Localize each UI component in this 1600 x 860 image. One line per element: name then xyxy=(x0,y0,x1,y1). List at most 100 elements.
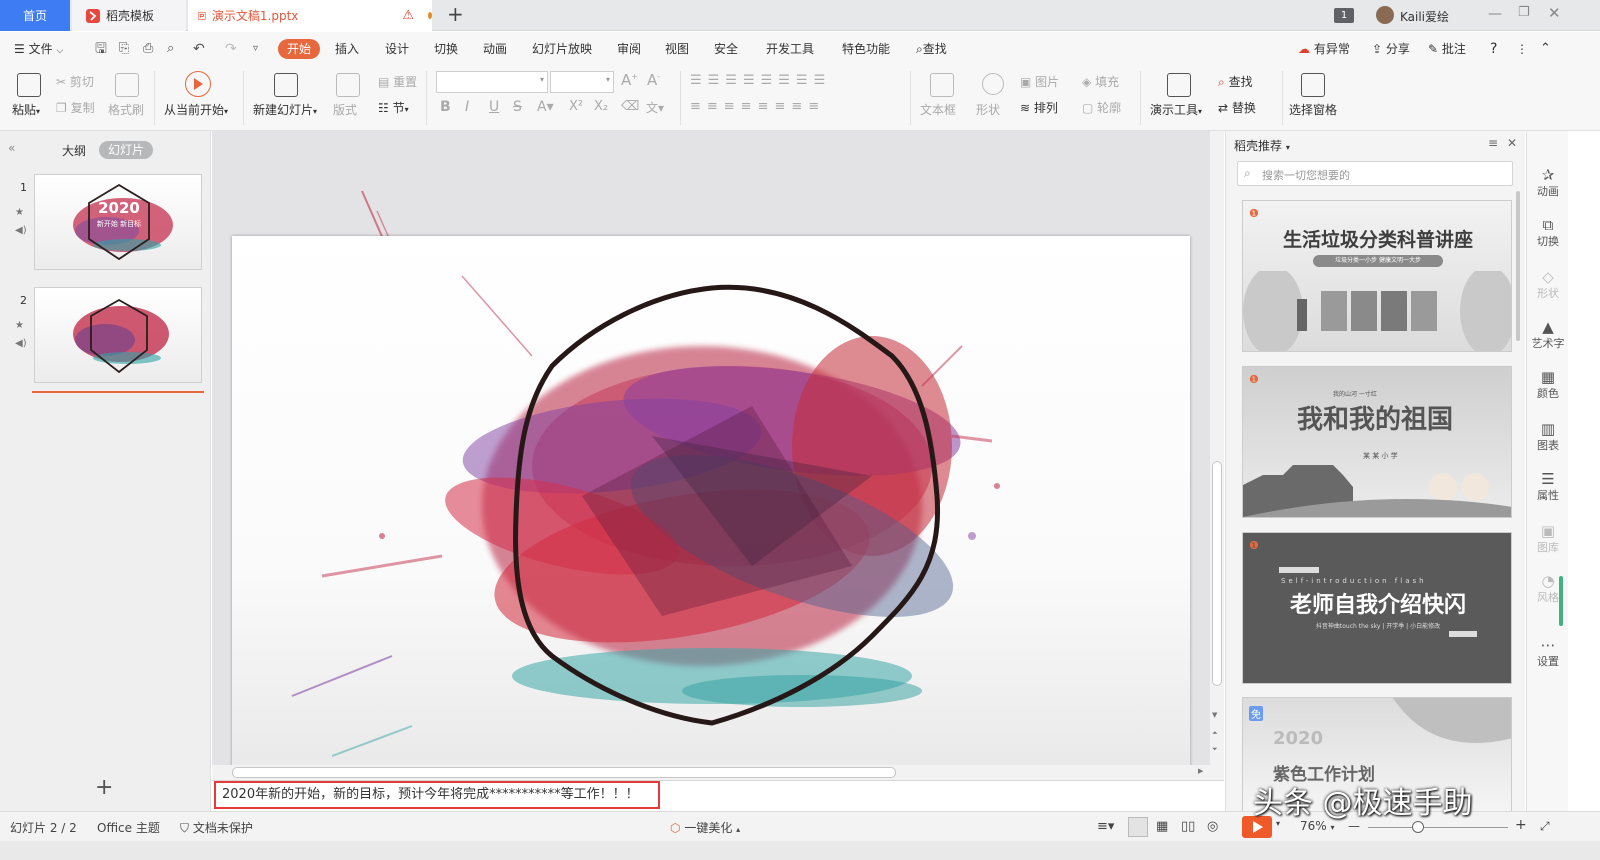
paragraph-list-tools[interactable]: ☰☰☰☰☰☰☰☰ xyxy=(690,73,831,88)
sidebar-item-wordart[interactable]: ▲ 艺术字 xyxy=(1527,319,1569,351)
panel-menu-icon[interactable]: ≡ xyxy=(1488,136,1498,150)
sidebar-item-color[interactable]: ▦ 颜色 xyxy=(1527,369,1569,401)
phonetic-guide-icon[interactable]: 文▾ xyxy=(646,99,664,116)
horizontal-scrollbar[interactable]: ▶ xyxy=(212,765,1210,780)
file-menu[interactable]: ☰ 文件 ⌵ xyxy=(14,39,63,59)
restore-icon[interactable]: ❐ xyxy=(1518,5,1530,20)
tab-outline[interactable]: 大纲 xyxy=(62,142,86,159)
current-slide[interactable] xyxy=(232,236,1190,780)
clear-format-icon[interactable]: ⌫ xyxy=(621,99,639,114)
template-card-2[interactable]: ❶ 我的山河 一寸红 我和我的祖国 某 某 小 学 xyxy=(1242,366,1512,518)
notes-view-icon[interactable]: ≡▾ xyxy=(1097,819,1114,834)
sidebar-item-gallery[interactable]: ▣ 图库 xyxy=(1527,523,1569,555)
menu-tab-transition[interactable]: 切换 xyxy=(434,39,458,59)
presentation-tools-button[interactable]: 演示工具▾ xyxy=(1150,101,1202,118)
sidebar-item-animation[interactable]: ✰ 动画 xyxy=(1527,167,1569,199)
menu-tab-slideshow[interactable]: 幻灯片放映 xyxy=(532,39,592,59)
picture-button[interactable]: ▣ 图片 xyxy=(1020,73,1059,90)
window-counter-badge[interactable]: 1 xyxy=(1334,8,1354,23)
collapse-ribbon-icon[interactable]: ⌃ xyxy=(1540,39,1551,59)
sync-status[interactable]: ☁ 有异常 xyxy=(1298,39,1350,59)
slide-sorter-icon[interactable]: ▦ xyxy=(1156,819,1168,834)
arrange-button[interactable]: ≋ 排列 xyxy=(1020,99,1058,116)
menu-search[interactable]: ⌕查找 xyxy=(916,39,947,59)
font-size-select[interactable]: ▾ xyxy=(550,71,614,93)
menu-tab-developer[interactable]: 开发工具 xyxy=(766,39,814,59)
menu-tab-animation[interactable]: 动画 xyxy=(483,39,507,59)
font-color-icon[interactable]: A▾ xyxy=(537,99,554,115)
save-icon[interactable]: 🖫 xyxy=(95,39,107,59)
text-box-button[interactable]: 文本框 xyxy=(920,101,956,118)
paragraph-align-tools[interactable]: ≡≡≡≡≡≡≡≡ xyxy=(690,99,825,114)
slide-editing-canvas[interactable]: ▼ ⏶ ⏷ ▶ xyxy=(212,131,1224,780)
scroll-right-icon[interactable]: ▶ xyxy=(1198,767,1203,775)
slide-thumbnail-1[interactable]: 2020 新开始 新目标 xyxy=(34,174,202,270)
find-button[interactable]: ⌕ 查找 xyxy=(1218,73,1253,90)
avatar[interactable] xyxy=(1376,6,1394,24)
help-button[interactable]: ? xyxy=(1490,39,1497,59)
zoom-slider-handle[interactable] xyxy=(1412,821,1424,833)
strikethrough-icon[interactable]: S xyxy=(513,99,522,115)
section-button[interactable]: ☷ 节▾ xyxy=(378,99,409,116)
close-icon[interactable]: ✕ xyxy=(1507,136,1517,150)
outline-button[interactable]: ▢ 轮廓 xyxy=(1082,99,1121,116)
scroll-down-icon[interactable]: ▼ xyxy=(1212,711,1217,719)
tab-slides[interactable]: 幻灯片 xyxy=(99,141,154,159)
comment-button[interactable]: ✎ 批注 xyxy=(1428,39,1466,59)
template-search-input[interactable]: ⌕ 搜索一切您想要的 xyxy=(1237,161,1513,186)
selection-pane-button[interactable]: 选择窗格 xyxy=(1289,101,1337,118)
italic-icon[interactable]: I xyxy=(465,99,469,115)
layout-button[interactable]: 版式 xyxy=(333,101,357,118)
font-family-select[interactable]: ▾ xyxy=(436,71,548,93)
slide-thumbnail-2[interactable] xyxy=(34,287,202,383)
theme-name[interactable]: Office 主题 xyxy=(97,819,160,836)
new-slide-button[interactable]: 新建幻灯片▾ xyxy=(253,101,317,118)
increase-font-icon[interactable]: A+ xyxy=(621,71,638,89)
speaker-notes-pane[interactable]: 2020年新的开始，新的目标，预计今年将完成***********等工作！！！ xyxy=(212,780,1224,810)
close-icon[interactable]: ✕ xyxy=(1548,4,1561,22)
panel-scrollbar[interactable] xyxy=(1516,191,1520,341)
next-slide-icon[interactable]: ⏷ xyxy=(1212,745,1218,754)
tab-docer-templates[interactable]: 稻壳模板 xyxy=(72,0,186,31)
replace-button[interactable]: ⇄ 替换 xyxy=(1218,99,1256,116)
shape-button[interactable]: 形状 xyxy=(976,101,1000,118)
previous-slide-icon[interactable]: ⏶ xyxy=(1212,729,1218,738)
sidebar-item-shape[interactable]: ◇ 形状 xyxy=(1527,269,1569,301)
template-card-1[interactable]: ❶ 生活垃圾分类科普讲座 垃圾分类一小步 健康文明一大步 xyxy=(1242,200,1512,352)
menu-tab-home[interactable]: 开始 xyxy=(278,39,321,59)
bold-icon[interactable]: B xyxy=(440,99,451,115)
fit-window-icon[interactable]: ⤢ xyxy=(1540,819,1550,834)
redo-icon[interactable]: ↷ xyxy=(225,39,237,59)
scroll-thumb[interactable] xyxy=(1212,461,1222,686)
cut-button[interactable]: ✂ 剪切 xyxy=(56,73,94,90)
sidebar-item-chart[interactable]: ▥ 图表 xyxy=(1527,421,1569,453)
fill-button[interactable]: ◈ 填充 xyxy=(1082,73,1119,90)
sidebar-item-transition[interactable]: ⧉ 切换 xyxy=(1527,217,1569,249)
paste-button[interactable]: 粘贴▾ xyxy=(12,101,40,118)
warning-icon[interactable]: ⚠ xyxy=(402,8,414,23)
panel-title[interactable]: 稻壳推荐 ▾ xyxy=(1234,137,1290,154)
sidebar-item-properties[interactable]: ☰ 属性 xyxy=(1527,471,1569,503)
normal-view-icon[interactable] xyxy=(1128,817,1148,837)
presenter-view-icon[interactable]: ◎ xyxy=(1207,819,1218,834)
menu-tab-special[interactable]: 特色功能 xyxy=(842,39,890,59)
template-card-3[interactable]: ❶ Self-introduction flash 老师自我介绍快闪 抖音神曲t… xyxy=(1242,532,1512,684)
more-icon[interactable]: ⋮ xyxy=(1516,39,1528,59)
decrease-font-icon[interactable]: A- xyxy=(647,71,660,89)
underline-icon[interactable]: U xyxy=(489,99,499,115)
superscript-icon[interactable]: X² xyxy=(569,99,583,114)
play-from-current-button[interactable]: 从当前开始▾ xyxy=(164,101,228,118)
speaker-notes-text[interactable]: 2020年新的开始，新的目标，预计今年将完成***********等工作！！！ xyxy=(214,781,660,809)
print-icon[interactable]: ⎙ xyxy=(143,39,153,59)
document-protection[interactable]: ⛉ 文档未保护 xyxy=(180,819,253,836)
copy-button[interactable]: ❐ 复制 xyxy=(56,99,95,116)
format-painter-button[interactable]: 格式刷 xyxy=(108,101,144,118)
menu-tab-insert[interactable]: 插入 xyxy=(335,39,359,59)
subscript-icon[interactable]: X₂ xyxy=(594,99,608,114)
collapse-panel-icon[interactable]: « xyxy=(8,141,15,155)
undo-icon[interactable]: ↶ xyxy=(193,39,205,59)
menu-tab-security[interactable]: 安全 xyxy=(714,39,738,59)
menu-tab-view[interactable]: 视图 xyxy=(665,39,689,59)
zoom-in-icon[interactable]: + xyxy=(1515,817,1527,833)
one-click-beautify[interactable]: ⬡ 一键美化 ▴ xyxy=(670,819,740,836)
